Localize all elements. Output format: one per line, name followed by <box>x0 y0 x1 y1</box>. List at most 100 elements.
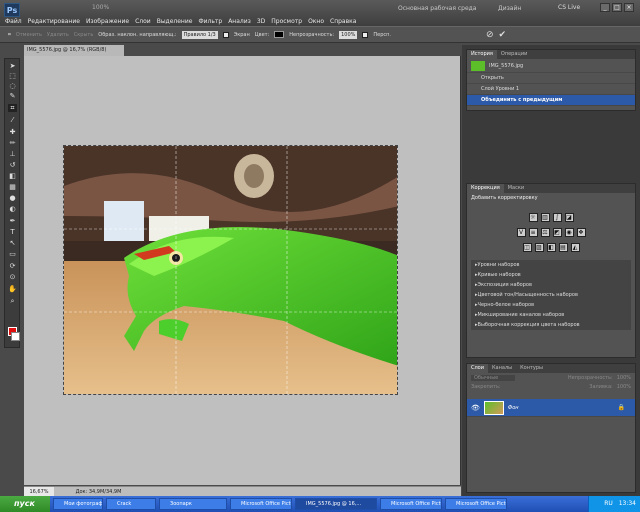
history-item-open[interactable]: Открыть <box>467 73 635 84</box>
menu-analysis[interactable]: Анализ <box>228 18 251 26</box>
preset-selective-color[interactable]: ▸ Выборочная коррекция цвета наборов <box>471 320 631 330</box>
menu-view[interactable]: Просмотр <box>271 18 302 26</box>
fill-value[interactable]: 100% <box>617 384 631 390</box>
history-item-merge[interactable]: Объединить с предыдущим <box>467 95 635 106</box>
history-snapshot[interactable]: IMG_5576.jpg <box>467 59 635 73</box>
quick-select-tool-icon[interactable]: ✎ <box>8 92 17 100</box>
invert-icon[interactable]: ◫ <box>522 243 532 252</box>
crop-tool-icon[interactable]: ⌗ <box>8 104 17 112</box>
color-balance-icon[interactable]: ⚖ <box>540 228 550 237</box>
blur-tool-icon[interactable]: ● <box>8 194 17 202</box>
healing-tool-icon[interactable]: ✚ <box>8 128 17 136</box>
cancel-icon[interactable]: ⊘ <box>486 30 494 40</box>
zoom-tool-icon[interactable]: ⌕ <box>8 297 17 305</box>
layer-opacity-value[interactable]: 100% <box>617 375 631 381</box>
hand-tool-icon[interactable]: ✋ <box>8 285 17 293</box>
vibrance-icon[interactable]: V <box>516 228 526 237</box>
pen-tool-icon[interactable]: ✒ <box>8 217 17 225</box>
brush-tool-icon[interactable]: ✏ <box>8 139 17 147</box>
design-workspace-button[interactable]: Дизайн <box>498 5 521 12</box>
visibility-eye-icon[interactable]: 👁 <box>471 404 480 412</box>
hide-crop-button[interactable]: Скрыть <box>74 32 94 38</box>
overlay-select[interactable]: Правило 1/3 <box>181 30 218 39</box>
taskbar-item-zoo[interactable]: Зоопарк <box>159 498 227 510</box>
maximize-button[interactable]: □ <box>612 3 622 12</box>
eraser-tool-icon[interactable]: ◧ <box>8 172 17 180</box>
opacity-input[interactable]: 100% <box>339 30 358 39</box>
menu-layers[interactable]: Слои <box>135 18 151 26</box>
taskbar-item-office-pictures-1[interactable]: Microsoft Office Pictu... <box>230 498 292 510</box>
language-indicator[interactable]: RU <box>604 500 613 507</box>
menu-file[interactable]: Файл <box>5 18 22 26</box>
exposure-icon[interactable]: ◪ <box>564 213 574 222</box>
document-tab[interactable]: IMG_5576.jpg @ 16,7% (RGB/8) <box>24 45 124 56</box>
gradient-map-icon[interactable]: ▤ <box>558 243 568 252</box>
tab-paths[interactable]: Контуры <box>516 364 547 373</box>
3d-rotate-tool-icon[interactable]: ⟳ <box>8 262 17 270</box>
preset-levels[interactable]: ▸ Уровни наборов <box>471 260 631 270</box>
levels-icon[interactable]: ▥ <box>540 213 550 222</box>
shield-checkbox[interactable] <box>222 31 229 38</box>
stamp-tool-icon[interactable]: ⊥ <box>8 150 17 158</box>
menu-help[interactable]: Справка <box>330 18 356 26</box>
channel-mixer-icon[interactable]: ❖ <box>576 228 586 237</box>
clock[interactable]: 13:34 <box>619 500 636 507</box>
tab-actions[interactable]: Операции <box>497 50 531 59</box>
cancel-crop-button[interactable]: Отменить <box>16 32 42 38</box>
crop-tool-icon[interactable]: ⌗ <box>8 32 11 38</box>
lasso-tool-icon[interactable]: ◌ <box>8 82 17 90</box>
menu-3d[interactable]: 3D <box>257 18 265 26</box>
preset-black-white[interactable]: ▸ Черно-белое наборов <box>471 300 631 310</box>
background-color-swatch[interactable] <box>11 332 20 341</box>
preset-hue-saturation[interactable]: ▸ Цветовой тон/Насыщенность наборов <box>471 290 631 300</box>
preset-curves[interactable]: ▸ Кривые наборов <box>471 270 631 280</box>
taskbar-item-my-photos[interactable]: Мои фотографии <box>53 498 103 510</box>
menu-select[interactable]: Выделение <box>157 18 193 26</box>
minimize-button[interactable]: _ <box>600 3 610 12</box>
move-tool-icon[interactable]: ➤ <box>8 62 17 70</box>
document-image[interactable] <box>63 145 398 395</box>
taskbar-item-office-pictures-2[interactable]: Microsoft Office Pictu... <box>380 498 442 510</box>
marquee-tool-icon[interactable]: ⬚ <box>8 72 17 80</box>
menu-window[interactable]: Окно <box>308 18 324 26</box>
hue-saturation-icon[interactable]: ≡ <box>528 228 538 237</box>
tab-history[interactable]: История <box>467 50 497 59</box>
start-button[interactable]: пуск <box>0 496 50 512</box>
commit-icon[interactable]: ✔ <box>499 30 507 40</box>
tab-adjustments[interactable]: Коррекция <box>467 184 504 193</box>
preset-channel-mixer[interactable]: ▸ Микширование каналов наборов <box>471 310 631 320</box>
blend-mode-select[interactable]: Обычные <box>471 375 515 381</box>
brightness-icon[interactable]: ☼ <box>528 213 538 222</box>
dodge-tool-icon[interactable]: ◐ <box>8 205 17 213</box>
taskbar-item-office-pictures-3[interactable]: Microsoft Office Pictu... <box>445 498 507 510</box>
menu-edit[interactable]: Редактирование <box>28 18 80 26</box>
cs-live-button[interactable]: CS Live <box>558 4 580 11</box>
path-select-tool-icon[interactable]: ↖ <box>8 239 17 247</box>
preset-exposure[interactable]: ▸ Экспозиция наборов <box>471 280 631 290</box>
shield-color-swatch[interactable] <box>274 31 285 38</box>
workspace-switcher[interactable]: Основная рабочая среда <box>398 5 477 12</box>
menu-image[interactable]: Изображение <box>86 18 129 26</box>
3d-orbit-tool-icon[interactable]: ⊙ <box>8 273 17 281</box>
gradient-tool-icon[interactable]: ▦ <box>8 183 17 191</box>
threshold-icon[interactable]: ◧ <box>546 243 556 252</box>
taskbar-item-crack[interactable]: Crack <box>106 498 156 510</box>
zoom-level[interactable]: 100% <box>92 4 109 11</box>
type-tool-icon[interactable]: T <box>8 228 17 236</box>
menu-filter[interactable]: Фильтр <box>198 18 222 26</box>
black-white-icon[interactable]: ◩ <box>552 228 562 237</box>
delete-crop-button[interactable]: Удалить <box>47 32 69 38</box>
shape-tool-icon[interactable]: ▭ <box>8 250 17 258</box>
history-brush-tool-icon[interactable]: ↺ <box>8 161 17 169</box>
close-button[interactable]: × <box>624 3 634 12</box>
layer-row-background[interactable]: 👁 Фон 🔒 <box>467 399 635 417</box>
tab-layers[interactable]: Слои <box>467 364 488 373</box>
selective-color-icon[interactable]: ◭ <box>570 243 580 252</box>
eyedropper-tool-icon[interactable]: ⁄ <box>8 116 17 124</box>
perspective-checkbox[interactable] <box>362 31 369 38</box>
history-item-levels[interactable]: Слой Уровни 1 <box>467 84 635 95</box>
tab-channels[interactable]: Каналы <box>488 364 516 373</box>
photo-filter-icon[interactable]: ◉ <box>564 228 574 237</box>
taskbar-item-photoshop[interactable]: IMG_5576.jpg @ 16,... <box>295 498 377 510</box>
posterize-icon[interactable]: ▨ <box>534 243 544 252</box>
